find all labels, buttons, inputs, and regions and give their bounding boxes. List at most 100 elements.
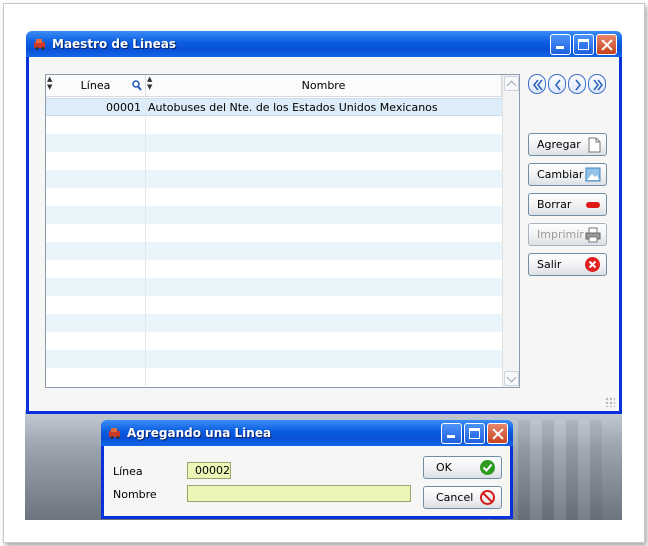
close-button[interactable]: [596, 34, 617, 55]
cell-nombre: [146, 152, 502, 170]
main-window-body: ▲ ▼ Línea ▲ ▼ Nombre 00001 Autobuses del Nt…: [29, 57, 619, 411]
cell-linea: [46, 296, 146, 314]
cell-linea: [46, 260, 146, 278]
main-window-titlebar[interactable]: Maestro de Lineas: [26, 31, 622, 57]
cell-nombre: [146, 188, 502, 206]
maximize-icon: [574, 35, 593, 54]
cell-nombre: [146, 368, 502, 386]
previous-icon: [555, 79, 561, 91]
cell-nombre: [146, 134, 502, 152]
record-navigation: [528, 74, 606, 94]
column-label-linea: Línea: [80, 79, 111, 92]
cell-linea: [46, 368, 146, 386]
table-row[interactable]: [46, 116, 502, 134]
first-page-icon: [533, 79, 543, 91]
cell-nombre: [146, 116, 502, 134]
cell-nombre: [146, 260, 502, 278]
cell-linea: [46, 152, 146, 170]
app-icon: [109, 428, 120, 439]
imprimir-button[interactable]: Imprimir: [528, 223, 607, 246]
resize-grip[interactable]: [605, 397, 615, 407]
maximize-icon: [465, 424, 484, 443]
dialog-title: Agregando una Linea: [127, 426, 272, 440]
maximize-button[interactable]: [573, 34, 594, 55]
scroll-down-icon[interactable]: [504, 371, 519, 386]
last-record-button[interactable]: [588, 74, 606, 94]
column-label-nombre: Nombre: [301, 79, 346, 92]
table-row[interactable]: [46, 350, 502, 368]
cell-linea: [46, 242, 146, 260]
close-button[interactable]: [487, 423, 508, 444]
minimize-icon: [551, 35, 570, 54]
close-icon: [488, 424, 507, 443]
nombre-field[interactable]: [187, 485, 411, 502]
next-icon: [575, 79, 581, 91]
lineas-grid[interactable]: ▲ ▼ Línea ▲ ▼ Nombre 00001 Autobuses del Nt…: [45, 74, 520, 388]
table-row[interactable]: [46, 170, 502, 188]
cell-nombre: [146, 314, 502, 332]
sort-icon[interactable]: ▲ ▼: [47, 75, 52, 91]
cell-linea: [46, 350, 146, 368]
table-row[interactable]: [46, 152, 502, 170]
agregar-label: Agregar: [537, 138, 581, 151]
table-row[interactable]: [46, 368, 502, 386]
cell-nombre: [146, 296, 502, 314]
cell-linea: [46, 332, 146, 350]
first-record-button[interactable]: [528, 74, 546, 94]
linea-field[interactable]: 00002: [187, 462, 231, 479]
ok-button[interactable]: OK: [423, 456, 502, 479]
cell-nombre: [146, 278, 502, 296]
table-row[interactable]: [46, 260, 502, 278]
cell-linea: [46, 206, 146, 224]
grid-header: ▲ ▼ Línea ▲ ▼ Nombre: [46, 75, 519, 97]
column-header-linea[interactable]: ▲ ▼ Línea: [46, 75, 146, 96]
minimize-icon: [442, 424, 461, 443]
vertical-scrollbar[interactable]: [502, 75, 519, 387]
scroll-up-icon[interactable]: [504, 76, 519, 91]
ok-label: OK: [436, 461, 452, 474]
cell-linea: [46, 188, 146, 206]
cancel-label: Cancel: [436, 491, 474, 504]
cell-nombre: [146, 224, 502, 242]
cancel-icon: [480, 490, 495, 505]
agregando-dialog: Agregando una Linea Línea 00002 Nombre O…: [101, 420, 513, 519]
cell-linea: [46, 134, 146, 152]
last-page-icon: [593, 79, 603, 91]
next-record-button[interactable]: [568, 74, 586, 94]
minimize-button[interactable]: [441, 423, 462, 444]
cell-nombre: [146, 350, 502, 368]
cell-nombre: [146, 332, 502, 350]
table-row[interactable]: [46, 278, 502, 296]
dialog-titlebar[interactable]: Agregando una Linea: [101, 420, 513, 446]
table-row[interactable]: 00001 Autobuses del Nte. de los Estados U…: [46, 98, 502, 116]
cambiar-button[interactable]: Cambiar: [528, 163, 607, 186]
table-row[interactable]: [46, 332, 502, 350]
cell-linea: [46, 224, 146, 242]
table-row[interactable]: [46, 296, 502, 314]
table-row[interactable]: [46, 242, 502, 260]
table-row[interactable]: [46, 134, 502, 152]
table-row[interactable]: [46, 206, 502, 224]
dialog-body: Línea 00002 Nombre OK Cancel: [104, 446, 510, 516]
cancel-button[interactable]: Cancel: [423, 486, 502, 509]
printer-icon: [585, 227, 601, 242]
cell-linea: [46, 116, 146, 134]
cell-nombre: Autobuses del Nte. de los Estados Unidos…: [148, 101, 438, 114]
app-icon: [34, 39, 45, 50]
nombre-label: Nombre: [113, 488, 157, 501]
main-window-title: Maestro de Lineas: [52, 37, 176, 51]
column-header-nombre[interactable]: ▲ ▼ Nombre: [146, 75, 502, 96]
cell-nombre: [146, 206, 502, 224]
cell-linea: [46, 314, 146, 332]
search-icon[interactable]: [132, 80, 142, 91]
agregar-button[interactable]: Agregar: [528, 133, 607, 156]
table-row[interactable]: [46, 188, 502, 206]
table-row[interactable]: [46, 224, 502, 242]
maximize-button[interactable]: [464, 423, 485, 444]
sort-icon[interactable]: ▲ ▼: [147, 75, 152, 91]
previous-record-button[interactable]: [548, 74, 566, 94]
table-row[interactable]: [46, 314, 502, 332]
minimize-button[interactable]: [550, 34, 571, 55]
borrar-button[interactable]: Borrar: [528, 193, 607, 216]
salir-button[interactable]: Salir: [528, 253, 607, 276]
